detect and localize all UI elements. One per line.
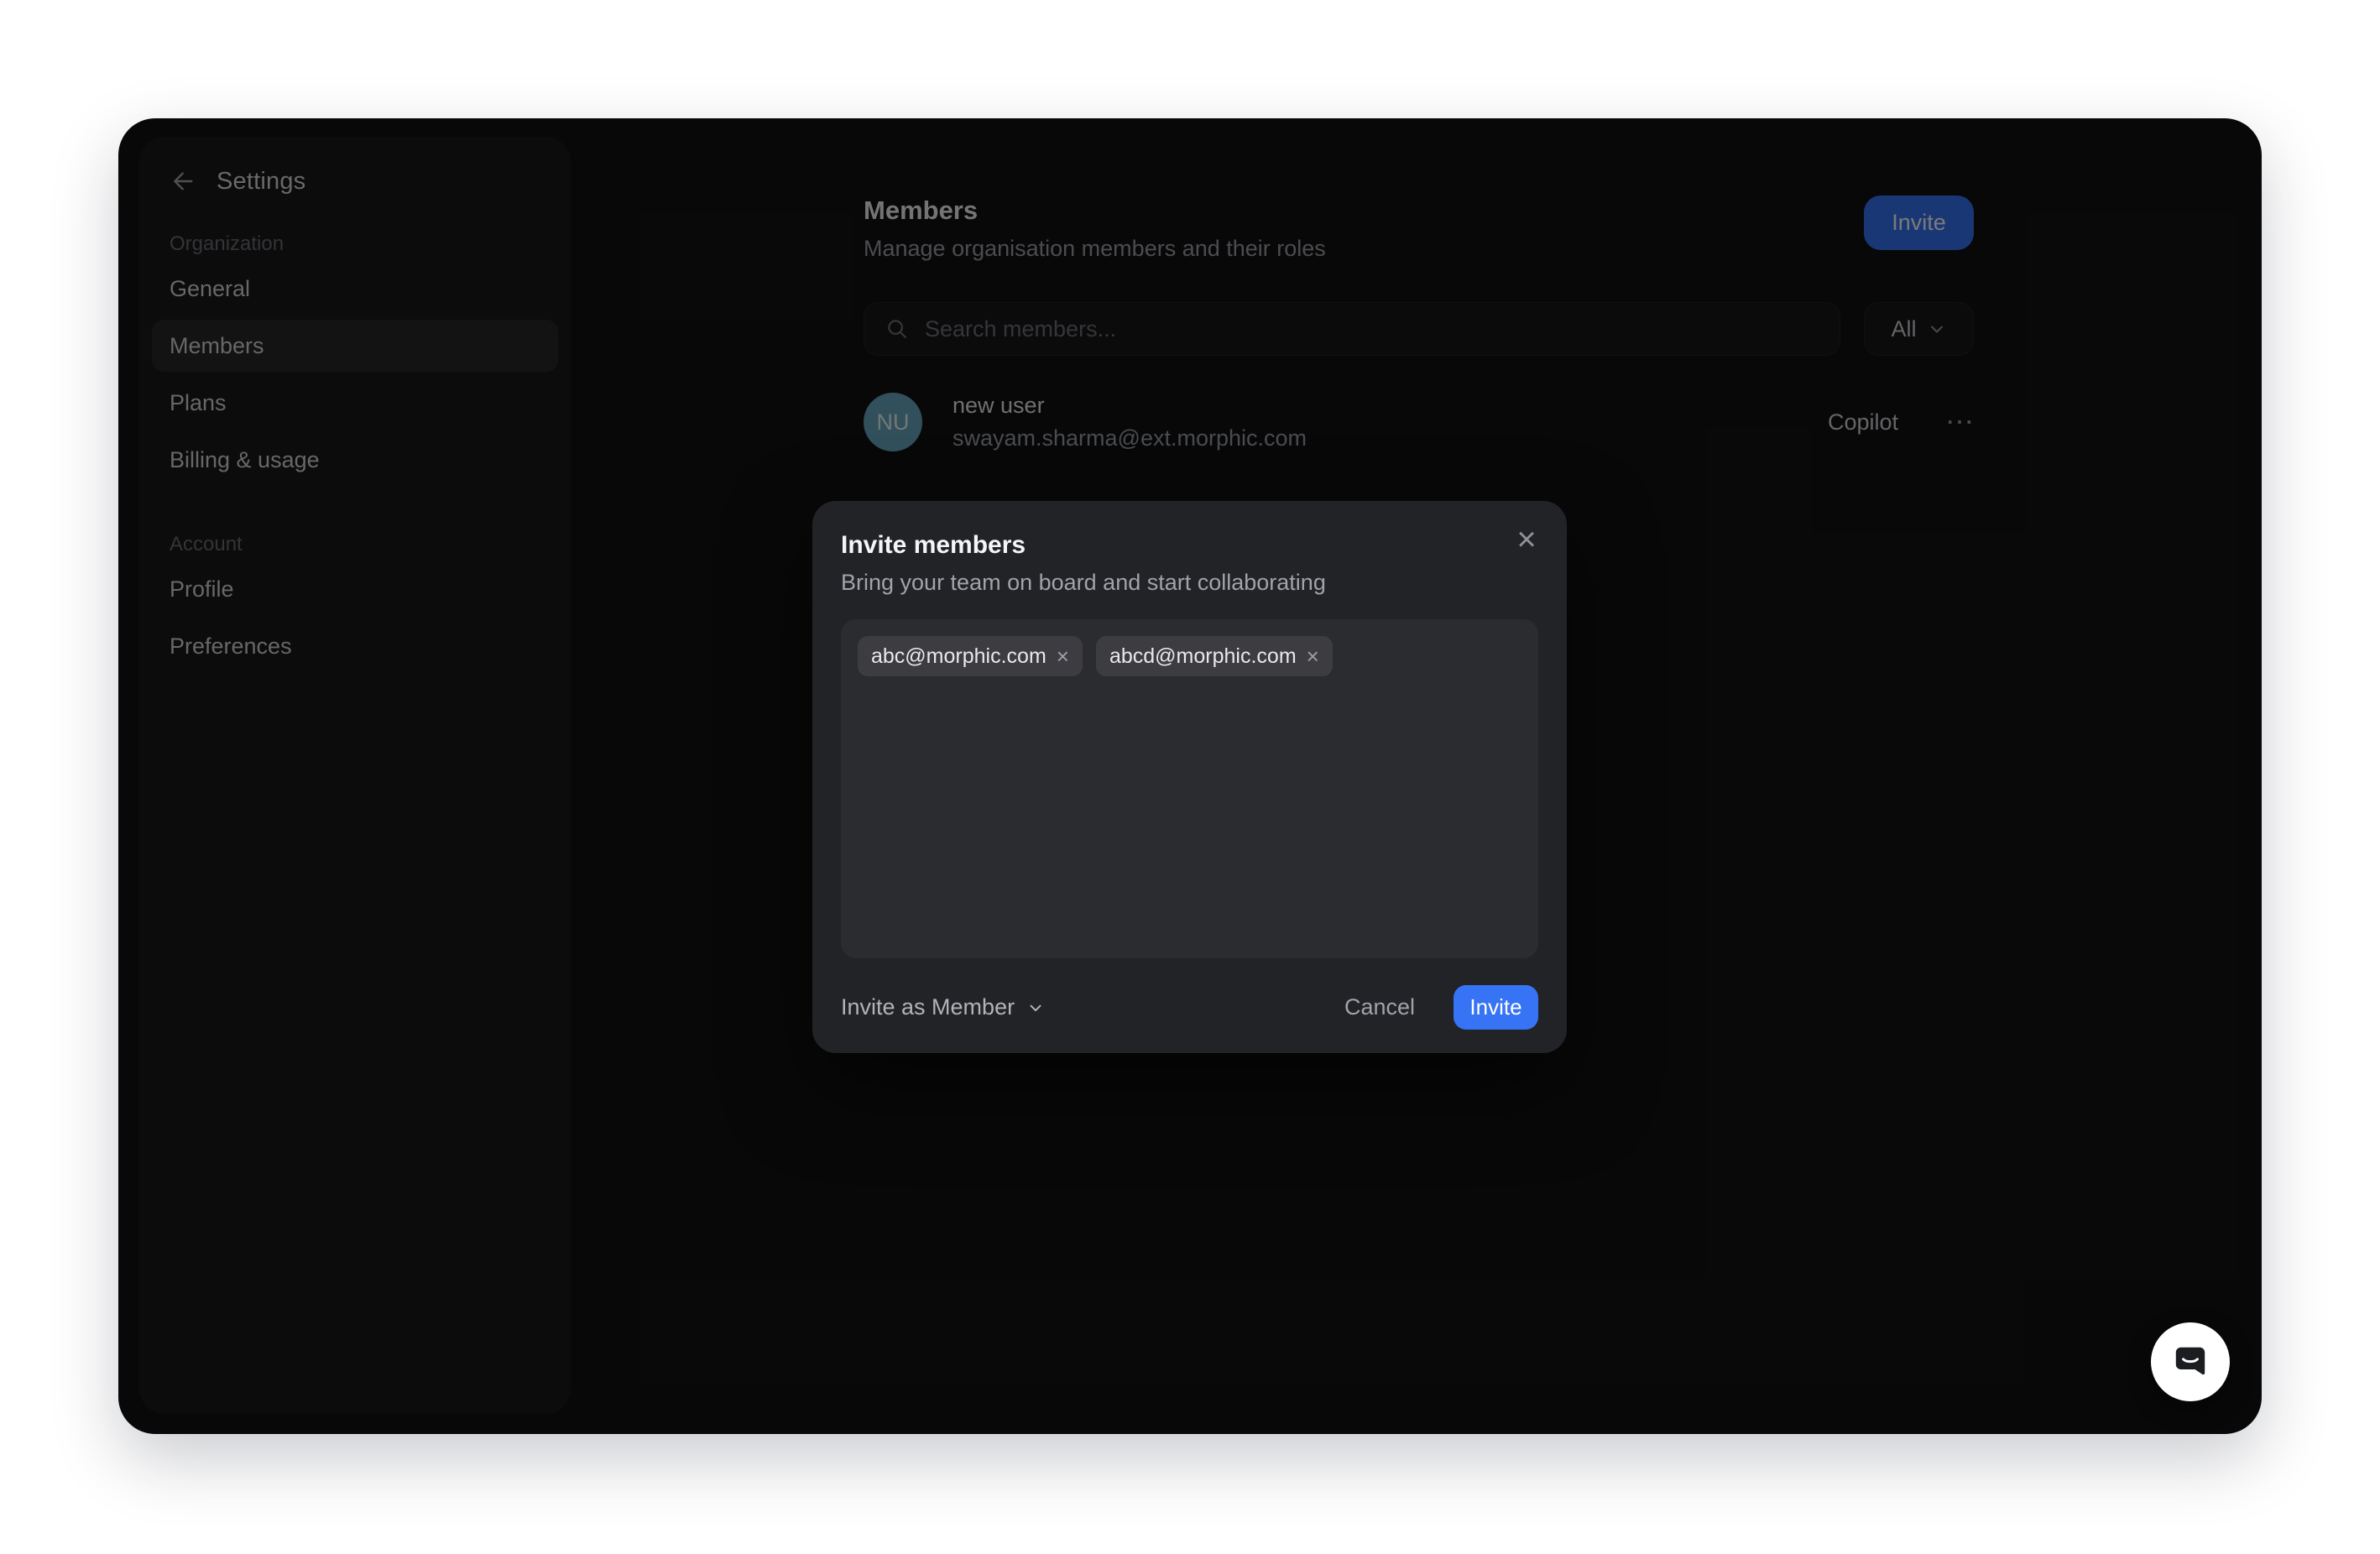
chip-email-text: abc@morphic.com — [871, 644, 1046, 669]
modal-title: Invite members — [841, 531, 1538, 560]
chip-email-text: abcd@morphic.com — [1109, 644, 1297, 669]
role-selector-dropdown[interactable]: Invite as Member — [841, 994, 1045, 1020]
email-chip: abc@morphic.com × — [858, 636, 1083, 676]
cancel-button[interactable]: Cancel — [1344, 994, 1415, 1020]
modal-subtitle: Bring your team on board and start colla… — [841, 570, 1538, 596]
close-icon[interactable]: × — [1508, 521, 1545, 558]
modal-actions: Cancel Invite — [1344, 985, 1538, 1030]
chat-launcher-button[interactable] — [2151, 1322, 2230, 1401]
modal-footer: Invite as Member Cancel Invite — [841, 985, 1538, 1030]
invite-members-modal: × Invite members Bring your team on boar… — [812, 501, 1567, 1053]
chevron-down-icon — [1026, 999, 1045, 1017]
chat-bubble-icon — [2170, 1342, 2210, 1382]
chip-remove-icon[interactable]: × — [1307, 645, 1319, 667]
email-input-area[interactable]: abc@morphic.com × abcd@morphic.com × — [841, 619, 1538, 958]
email-chip: abcd@morphic.com × — [1096, 636, 1333, 676]
modal-invite-button[interactable]: Invite — [1454, 985, 1538, 1030]
role-selector-label: Invite as Member — [841, 994, 1015, 1020]
chip-remove-icon[interactable]: × — [1057, 645, 1069, 667]
